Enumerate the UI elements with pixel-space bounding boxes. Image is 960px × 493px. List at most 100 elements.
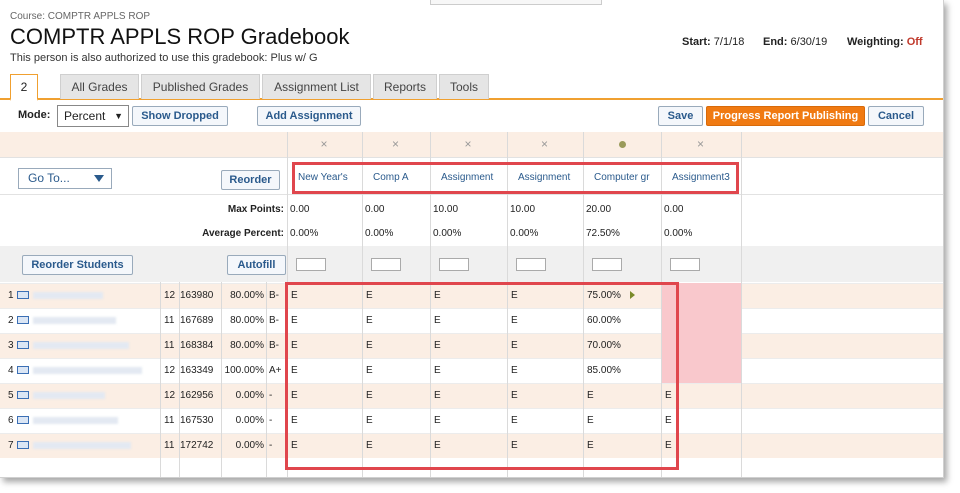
start-date: Start: 7/1/18 — [682, 36, 744, 48]
gradebook-window: Course: COMPTR APPLS ROP COMPTR APPLS RO… — [0, 0, 944, 478]
close-icon[interactable]: × — [465, 137, 472, 151]
student-id: 167530 — [180, 415, 214, 426]
student-grade-level: 12 — [164, 290, 176, 301]
avg-percent-value: 0.00% — [433, 228, 462, 239]
filter-input[interactable] — [516, 258, 546, 271]
student-id: 163980 — [180, 290, 214, 301]
student-letter-grade: B- — [269, 340, 279, 351]
student-id: 167689 — [180, 315, 214, 326]
student-letter-grade: - — [269, 415, 273, 426]
mail-icon[interactable] — [17, 366, 29, 374]
course-label: Course: COMPTR APPLS ROP — [10, 11, 151, 22]
student-name-redacted — [33, 392, 105, 399]
tab-tools[interactable]: Tools — [439, 74, 489, 99]
student-number: 4 — [8, 365, 14, 376]
tab-bar: 2 All Grades Published Grades Assignment… — [0, 74, 943, 101]
close-icon[interactable]: × — [541, 137, 548, 151]
student-percent: 0.00% — [235, 390, 264, 401]
close-icon[interactable]: × — [321, 137, 328, 151]
student-letter-grade: A+ — [269, 365, 282, 376]
avg-percent-value: 0.00% — [365, 228, 394, 239]
show-dropped-button[interactable]: Show Dropped — [132, 106, 228, 126]
end-date: End: 6/30/19 — [763, 36, 827, 48]
progress-report-button[interactable]: Progress Report Publishing — [706, 106, 865, 126]
student-letter-grade: B- — [269, 290, 279, 301]
max-points-value: 10.00 — [433, 204, 459, 215]
student-percent: 80.00% — [230, 290, 264, 301]
max-points-value: 0.00 — [365, 204, 385, 215]
reorder-button[interactable]: Reorder — [221, 170, 280, 190]
column-divider — [160, 282, 161, 477]
student-grade-level: 11 — [164, 315, 175, 326]
filter-input[interactable] — [296, 258, 326, 271]
save-button[interactable]: Save — [658, 106, 703, 126]
filter-input[interactable] — [592, 258, 622, 271]
tab-assignment-list[interactable]: Assignment List — [262, 74, 371, 99]
mail-icon[interactable] — [17, 291, 29, 299]
student-id: 162956 — [180, 390, 214, 401]
student-letter-grade: - — [269, 390, 273, 401]
filter-input[interactable] — [371, 258, 401, 271]
filter-input[interactable] — [670, 258, 700, 271]
student-name-redacted — [33, 367, 142, 374]
tab-2[interactable]: 2 — [10, 74, 38, 101]
goto-dropdown[interactable]: Go To... — [18, 168, 112, 189]
cancel-button[interactable]: Cancel — [868, 106, 924, 126]
page-title: COMPTR APPLS ROP Gradebook — [10, 24, 350, 49]
mail-icon[interactable] — [17, 316, 29, 324]
filter-row — [0, 246, 943, 282]
student-grade-level: 11 — [164, 340, 175, 351]
reorder-students-button[interactable]: Reorder Students — [22, 255, 133, 275]
student-number: 7 — [8, 440, 14, 451]
chevron-down-icon — [94, 175, 104, 182]
avg-percent-value: 0.00% — [510, 228, 539, 239]
filter-input[interactable] — [439, 258, 469, 271]
student-name-redacted — [33, 292, 103, 299]
mode-select[interactable]: Percent ▼ — [57, 105, 129, 127]
end-value: 6/30/19 — [790, 36, 828, 48]
student-number: 3 — [8, 340, 14, 351]
column-divider — [266, 282, 267, 477]
tab-reports[interactable]: Reports — [373, 74, 437, 99]
student-percent: 100.00% — [224, 365, 264, 376]
avg-percent-label: Average Percent: — [202, 228, 284, 239]
weighting-value: Off — [906, 36, 923, 48]
max-points-value: 20.00 — [586, 204, 612, 215]
start-label: Start: — [682, 36, 711, 48]
column-divider — [741, 132, 742, 477]
student-percent: 0.00% — [235, 415, 264, 426]
goto-label: Go To... — [28, 171, 70, 185]
student-percent: 80.00% — [230, 340, 264, 351]
student-percent: 80.00% — [230, 315, 264, 326]
tab-published-grades[interactable]: Published Grades — [141, 74, 260, 99]
student-grade-level: 12 — [164, 365, 176, 376]
mail-icon[interactable] — [17, 341, 29, 349]
student-name-redacted — [33, 442, 131, 449]
add-assignment-button[interactable]: Add Assignment — [257, 106, 361, 126]
student-name-redacted — [33, 342, 129, 349]
mail-icon[interactable] — [17, 391, 29, 399]
close-icon[interactable]: × — [392, 137, 399, 151]
mode-label: Mode: — [18, 109, 51, 121]
student-id: 163349 — [180, 365, 214, 376]
mail-icon[interactable] — [17, 441, 29, 449]
student-number: 5 — [8, 390, 14, 401]
mail-icon[interactable] — [17, 416, 29, 424]
mode-value: Percent — [64, 109, 106, 123]
avg-percent-value: 0.00% — [290, 228, 319, 239]
close-icon[interactable]: × — [697, 137, 704, 151]
highlight-assignment-headers — [292, 162, 739, 194]
max-points-value: 0.00 — [664, 204, 684, 215]
status-dot-icon — [619, 141, 626, 148]
autofill-button[interactable]: Autofill — [227, 255, 286, 275]
toolbar: Mode: Percent ▼ Show Dropped Add Assignm… — [0, 104, 943, 130]
student-percent: 0.00% — [235, 440, 264, 451]
student-letter-grade: - — [269, 440, 273, 451]
student-id: 172742 — [180, 440, 214, 451]
end-label: End: — [763, 36, 788, 48]
weighting-label: Weighting: — [847, 36, 904, 48]
avg-percent-value: 0.00% — [664, 228, 693, 239]
start-value: 7/1/18 — [713, 36, 745, 48]
avg-percent-value: 72.50% — [586, 228, 620, 239]
tab-all-grades[interactable]: All Grades — [60, 74, 139, 99]
